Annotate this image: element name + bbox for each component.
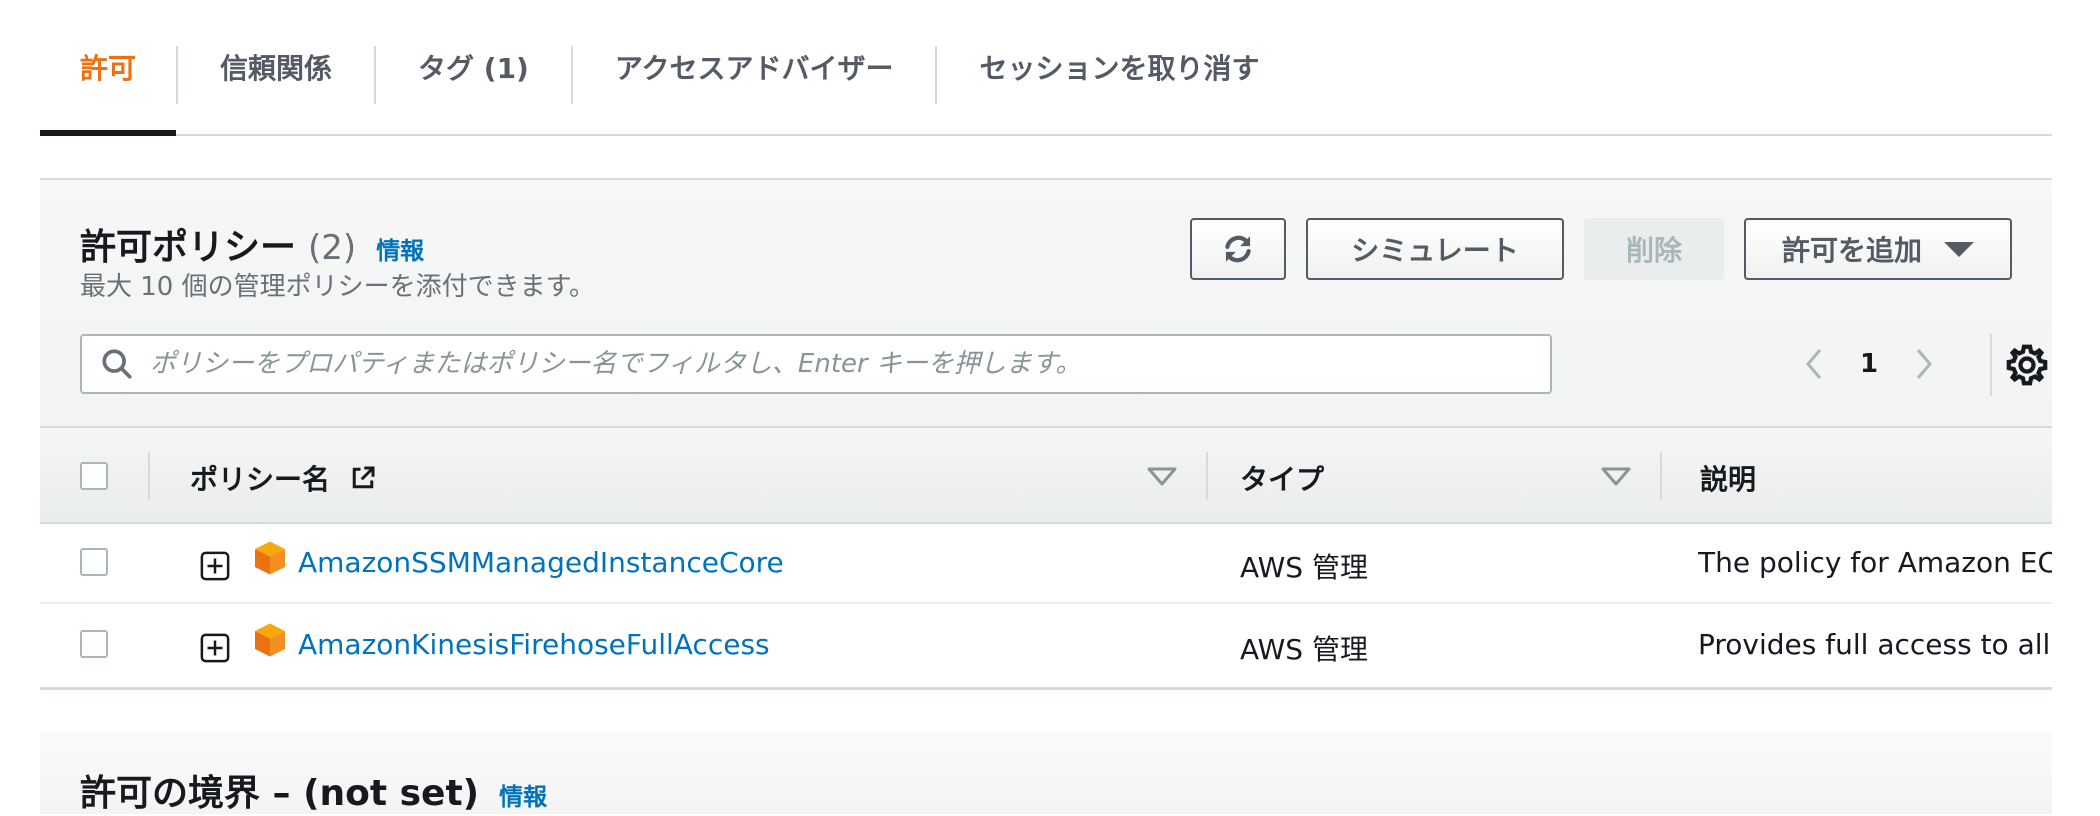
panel-header: 許可ポリシー (2) 情報 最大 10 個の管理ポリシーを添付できます。 シミュ… xyxy=(40,180,2052,426)
pagination-divider xyxy=(1990,334,1992,396)
policy-name-link[interactable]: AmazonSSMManagedInstanceCore xyxy=(298,546,784,579)
policy-name-link[interactable]: AmazonKinesisFirehoseFullAccess xyxy=(298,628,770,661)
policy-filter-box[interactable] xyxy=(80,334,1552,394)
chevron-left-icon xyxy=(1806,349,1822,379)
boundary-title: 許可の境界 – (not set) xyxy=(80,773,480,814)
sort-down-icon[interactable] xyxy=(1146,466,1178,488)
tab-tags[interactable]: タグ (1) xyxy=(376,0,571,134)
permissions-policies-panel: 許可ポリシー (2) 情報 最大 10 個の管理ポリシーを添付できます。 シミュ… xyxy=(40,178,2052,690)
chevron-right-icon xyxy=(1916,349,1932,379)
current-page-number[interactable]: 1 xyxy=(1834,349,1904,379)
external-link-icon xyxy=(352,466,375,489)
pagination: 1 xyxy=(1794,338,1944,390)
table-header: ポリシー名 タイプ 説明 xyxy=(40,426,2052,524)
column-divider xyxy=(1660,452,1662,500)
column-header-policy-name[interactable]: ポリシー名 xyxy=(190,458,378,498)
previous-page-button[interactable] xyxy=(1794,344,1834,384)
column-header-policy-name-label: ポリシー名 xyxy=(190,463,331,496)
row-checkbox[interactable] xyxy=(80,630,108,658)
select-all-checkbox[interactable] xyxy=(80,462,108,490)
search-icon xyxy=(102,349,132,379)
aws-managed-policy-icon xyxy=(255,623,285,657)
column-header-description[interactable]: 説明 xyxy=(1700,458,1756,498)
sort-down-icon[interactable] xyxy=(1600,466,1632,488)
add-permissions-label: 許可を追加 xyxy=(1781,234,1922,267)
panel-title: 許可ポリシー xyxy=(80,227,297,268)
delete-button[interactable]: 削除 xyxy=(1584,218,1724,280)
policy-count: (2) xyxy=(308,228,357,268)
column-divider xyxy=(1206,452,1208,500)
policy-filter-input[interactable] xyxy=(148,348,1528,380)
next-page-button[interactable] xyxy=(1904,344,1944,384)
add-permissions-button[interactable]: 許可を追加 xyxy=(1744,218,2012,280)
column-divider xyxy=(148,452,150,500)
tab-permissions[interactable]: 許可 xyxy=(40,0,177,136)
settings-gear-icon[interactable] xyxy=(2004,342,2050,388)
policy-type: AWS 管理 xyxy=(1240,551,1368,584)
info-link[interactable]: 情報 xyxy=(376,231,424,266)
panel-subtitle: 最大 10 個の管理ポリシーを添付できます。 xyxy=(80,272,596,302)
tab-revoke-sessions[interactable]: セッションを取り消す xyxy=(937,0,1301,134)
permissions-boundary-panel: 許可の境界 – (not set) 情報 xyxy=(40,732,2052,814)
tab-trust-relationships[interactable]: 信頼関係 xyxy=(178,0,374,134)
policy-description: The policy for Amazon EC2 Role to enable… xyxy=(1698,546,2052,579)
refresh-icon xyxy=(1225,235,1251,263)
simulate-button[interactable]: シミュレート xyxy=(1306,218,1564,280)
tab-bar: 許可 信頼関係 タグ (1) アクセスアドバイザー セッションを取り消す xyxy=(40,0,2052,136)
boundary-title-row: 許可の境界 – (not set) 情報 xyxy=(80,764,547,816)
expand-plus-icon[interactable] xyxy=(200,551,230,581)
policy-type: AWS 管理 xyxy=(1240,633,1368,666)
aws-managed-policy-icon xyxy=(255,541,285,575)
caret-down-icon xyxy=(1944,241,1974,257)
column-header-type[interactable]: タイプ xyxy=(1240,458,1324,498)
refresh-button[interactable] xyxy=(1190,218,1286,280)
row-checkbox[interactable] xyxy=(80,548,108,576)
table-row: AmazonSSMManagedInstanceCore AWS 管理 The … xyxy=(40,524,2052,604)
policy-description: Provides full access to all Amazon Kines… xyxy=(1698,628,2052,661)
panel-title-row: 許可ポリシー (2) 情報 xyxy=(80,218,424,270)
table-row: AmazonKinesisFirehoseFullAccess AWS 管理 P… xyxy=(40,606,2052,686)
expand-plus-icon[interactable] xyxy=(200,633,230,663)
boundary-info-link[interactable]: 情報 xyxy=(499,777,547,812)
tab-access-advisor[interactable]: アクセスアドバイザー xyxy=(573,0,936,134)
